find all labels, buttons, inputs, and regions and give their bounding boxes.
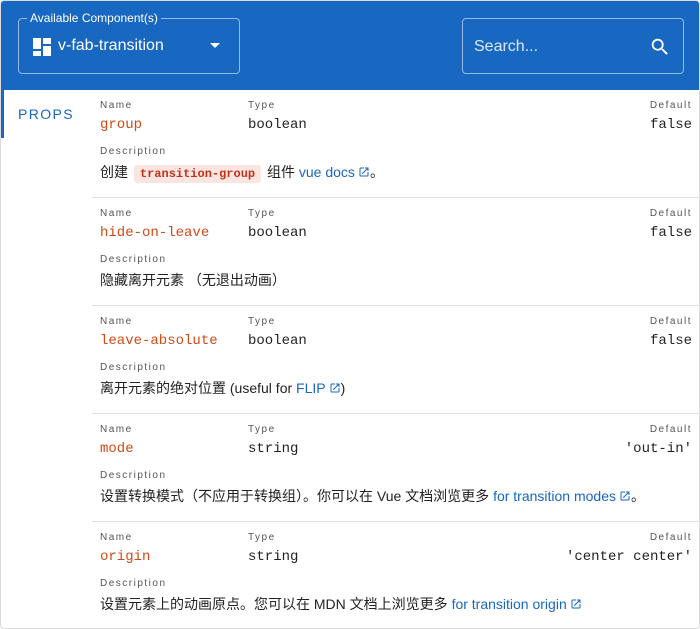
prop-description: 离开元素的绝对位置 (useful for FLIP) [100, 378, 345, 398]
tab-props[interactable]: PROPS [18, 106, 74, 122]
prop-type: boolean [248, 333, 307, 349]
open-in-new-icon [330, 383, 340, 393]
type-label: Type [248, 532, 276, 543]
type-label: Type [248, 424, 276, 435]
prop-name: group [100, 117, 143, 133]
prop-row-origin: Name Type Default origin string 'center … [92, 522, 699, 628]
prop-row-hide-on-leave: Name Type Default hide-on-leave boolean … [92, 198, 699, 306]
name-label: Name [100, 100, 133, 111]
prop-type: string [248, 549, 299, 565]
default-label: Default [649, 424, 692, 435]
transition-origin-link[interactable]: for transition origin [452, 596, 582, 612]
description-label: Description [100, 254, 167, 265]
prop-name: mode [100, 441, 134, 457]
chevron-down-icon[interactable] [210, 43, 220, 48]
component-select[interactable]: Available Component(s) v-fab-transition [18, 11, 240, 74]
prop-row-mode: Name Type Default mode string 'out-in' D… [92, 414, 699, 522]
open-in-new-icon [571, 599, 581, 609]
type-label: Type [248, 100, 276, 111]
description-label: Description [100, 146, 167, 157]
dashboard-icon [33, 38, 51, 56]
description-text: 组件 [267, 164, 295, 180]
prop-type: string [248, 441, 299, 457]
prop-row-group: Name Type Default group boolean false De… [92, 90, 699, 198]
prop-default: false [649, 225, 692, 241]
toolbar: Available Component(s) v-fab-transition [1, 1, 699, 90]
description-label: Description [100, 470, 167, 481]
default-label: Default [649, 208, 692, 219]
prop-description: 隐藏离开元素 （无退出动画） [100, 270, 286, 290]
active-tab-indicator [1, 90, 4, 138]
description-text: 设置转换模式（不应用于转换组）。你可以在 Vue 文档浏览更多 [100, 488, 494, 504]
default-label: Default [649, 316, 692, 327]
api-panel: Available Component(s) v-fab-transition … [0, 0, 700, 629]
description-label: Description [100, 578, 167, 589]
prop-name: origin [100, 549, 151, 565]
description-label: Description [100, 362, 167, 373]
vue-docs-link[interactable]: vue docs [299, 164, 370, 180]
open-in-new-icon [620, 491, 630, 501]
search-input[interactable] [474, 36, 639, 58]
name-label: Name [100, 424, 133, 435]
prop-name: hide-on-leave [100, 225, 210, 241]
component-select-legend: Available Component(s) [27, 11, 161, 26]
prop-description: 创建 transition-group 组件 vue docs。 [100, 162, 384, 183]
search-icon[interactable] [649, 36, 671, 58]
prop-default: false [649, 333, 692, 349]
prop-type: boolean [248, 117, 307, 133]
open-in-new-icon [359, 167, 369, 177]
description-text: 。 [369, 164, 384, 180]
code-chip: transition-group [133, 165, 262, 183]
prop-description: 设置元素上的动画原点。您可以在 MDN 文档上浏览更多 for transiti… [100, 594, 582, 614]
type-label: Type [248, 208, 276, 219]
type-label: Type [248, 316, 276, 327]
default-label: Default [649, 532, 692, 543]
name-label: Name [100, 532, 133, 543]
name-label: Name [100, 208, 133, 219]
description-text: 。 [631, 488, 646, 504]
prop-default: 'center center' [565, 549, 692, 565]
name-label: Name [100, 316, 133, 327]
transition-modes-link[interactable]: for transition modes [493, 488, 631, 504]
prop-type: boolean [248, 225, 307, 241]
prop-default: 'out-in' [624, 441, 692, 457]
description-text: 离开元素的绝对位置 (useful for [100, 380, 297, 396]
prop-name: leave-absolute [100, 333, 218, 349]
prop-description: 设置转换模式（不应用于转换组）。你可以在 Vue 文档浏览更多 for tran… [100, 486, 645, 506]
prop-row-leave-absolute: Name Type Default leave-absolute boolean… [92, 306, 699, 414]
search-field[interactable] [462, 18, 684, 74]
prop-default: false [649, 117, 692, 133]
description-text: 隐藏离开元素 （无退出动画） [100, 272, 286, 288]
description-text: 创建 [100, 164, 128, 180]
component-select-value: v-fab-transition [58, 37, 164, 54]
default-label: Default [649, 100, 692, 111]
description-text: 设置元素上的动画原点。您可以在 MDN 文档上浏览更多 [100, 596, 452, 612]
description-text: ) [340, 380, 346, 396]
flip-link[interactable]: FLIP [296, 380, 341, 396]
